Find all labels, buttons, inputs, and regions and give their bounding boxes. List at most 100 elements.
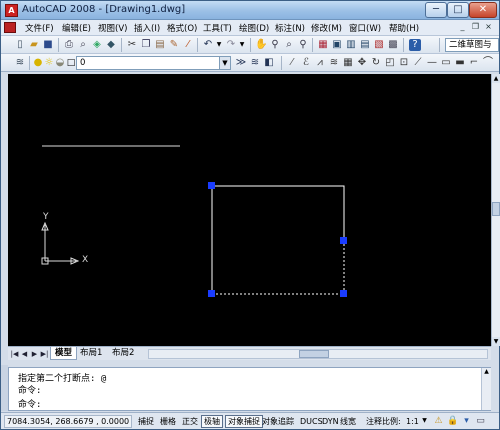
toggle-osnap[interactable]: 对象捕捉 <box>225 415 263 428</box>
chamfer-icon[interactable]: ⌐ <box>468 57 480 69</box>
close-button[interactable]: ✕ <box>469 2 497 18</box>
three-d-icon[interactable]: ◆ <box>105 39 117 51</box>
chevron-down-icon[interactable]: ▼ <box>419 415 430 427</box>
command-scrollbar[interactable]: ▲ <box>481 368 491 410</box>
tab-last-icon[interactable]: ▶| <box>40 349 49 359</box>
tab-next-icon[interactable]: ▶ <box>30 349 39 359</box>
workspace-combo[interactable]: 二维草图与 <box>445 38 499 52</box>
annotation-visibility-icon[interactable]: ⚠ <box>433 415 444 427</box>
command-window[interactable]: 指定第二个打断点: @ 命令: 命令: <box>8 367 491 411</box>
redo-dropdown-icon[interactable]: ▼ <box>236 39 248 51</box>
menu-format[interactable]: 格式(O) <box>167 22 197 34</box>
menu-file[interactable]: 文件(F) <box>25 22 54 34</box>
sheet-set-icon[interactable]: ▤ <box>359 39 371 51</box>
zoom-realtime-icon[interactable]: ⚲ <box>269 39 281 51</box>
break-icon[interactable]: ▭ <box>440 57 452 69</box>
drawing-canvas[interactable]: Y X <box>8 74 491 346</box>
drawing-svg[interactable] <box>8 74 491 346</box>
publish-icon[interactable]: ◈ <box>91 39 103 51</box>
maximize-button[interactable]: □ <box>447 2 469 18</box>
toggle-otrack[interactable]: 对象追踪 <box>259 415 297 428</box>
grip-bottom-right[interactable] <box>340 290 347 297</box>
move-icon[interactable]: ✥ <box>356 57 368 69</box>
scroll-up-icon[interactable]: ▲ <box>492 74 500 83</box>
command-window-grip[interactable] <box>1 365 8 411</box>
trim-icon[interactable]: ⟋ <box>412 57 424 69</box>
doc-close-button[interactable]: × <box>483 22 494 33</box>
minimize-button[interactable]: ─ <box>425 2 447 18</box>
polyline-solid[interactable] <box>211 185 345 294</box>
help-icon[interactable]: ? <box>409 39 421 51</box>
menu-draw[interactable]: 绘图(D) <box>239 22 269 34</box>
tab-first-icon[interactable]: |◀ <box>10 349 19 359</box>
stretch-icon[interactable]: ⊡ <box>398 57 410 69</box>
toggle-grid[interactable]: 栅格 <box>157 415 179 428</box>
save-icon[interactable]: ■ <box>42 39 54 51</box>
rotate-icon[interactable]: ↻ <box>370 57 382 69</box>
mirror-icon[interactable]: ⩘ <box>314 57 326 69</box>
menu-insert[interactable]: 插入(I) <box>134 22 160 34</box>
new-icon[interactable]: ▯ <box>14 39 26 51</box>
autocad-app-icon[interactable]: A <box>5 4 18 17</box>
join-icon[interactable]: ▬ <box>454 57 466 69</box>
cut-icon[interactable]: ✂ <box>126 39 138 51</box>
tab-layout2[interactable]: 布局2 <box>108 347 138 360</box>
pan-icon[interactable]: ✋ <box>255 39 267 51</box>
tab-prev-icon[interactable]: ◀ <box>20 349 29 359</box>
plot-icon[interactable]: ⎙ <box>63 39 75 51</box>
doc-minimize-button[interactable]: _ <box>457 22 468 33</box>
offset-icon[interactable]: ≋ <box>328 57 340 69</box>
quick-calc-icon[interactable]: ▩ <box>387 39 399 51</box>
undo-dropdown-icon[interactable]: ▼ <box>213 39 225 51</box>
lock-icon[interactable]: 🔒 <box>447 415 458 427</box>
hscroll-thumb[interactable] <box>299 350 329 358</box>
chevron-down-icon[interactable]: ▼ <box>219 57 230 69</box>
paste-icon[interactable]: ▤ <box>154 39 166 51</box>
erase-icon[interactable]: ⁄ <box>286 57 298 69</box>
grip-bottom-left[interactable] <box>208 290 215 297</box>
copy-object-icon[interactable]: ℰ <box>300 57 312 69</box>
toggle-ortho[interactable]: 正交 <box>179 415 201 428</box>
polyline-selected-dashed[interactable] <box>211 186 345 295</box>
scroll-thumb[interactable] <box>492 202 500 216</box>
brush-icon[interactable]: ⁄ <box>182 39 194 51</box>
menu-modify[interactable]: 修改(M) <box>311 22 342 34</box>
preview-icon[interactable]: ⌕ <box>77 39 89 51</box>
layer-previous-icon[interactable]: ≋ <box>249 57 261 69</box>
doc-restore-button[interactable]: ❐ <box>470 22 481 33</box>
toggle-polar[interactable]: 极轴 <box>201 415 223 428</box>
menu-dimension[interactable]: 标注(N) <box>275 22 305 34</box>
grip-top-left[interactable] <box>208 182 215 189</box>
design-center-icon[interactable]: ▣ <box>331 39 343 51</box>
fillet-icon[interactable]: ⌒ <box>482 57 494 69</box>
extend-icon[interactable]: — <box>426 57 438 69</box>
menu-window[interactable]: 窗口(W) <box>349 22 381 34</box>
zoom-window-icon[interactable]: ⌕ <box>283 39 295 51</box>
vertical-scrollbar[interactable]: ▲ ▼ <box>491 74 500 346</box>
make-current-icon[interactable]: ≫ <box>235 57 247 69</box>
tool-palettes-icon[interactable]: ▥ <box>345 39 357 51</box>
toggle-snap[interactable]: 捕捉 <box>135 415 157 428</box>
toggle-lineweight[interactable]: 线宽 <box>337 415 359 428</box>
array-icon[interactable]: ▦ <box>342 57 354 69</box>
coordinates-display[interactable]: 7084.3054, 268.6679 , 0.0000 <box>4 415 132 428</box>
tab-layout1[interactable]: 布局1 <box>76 347 106 360</box>
horizontal-scrollbar[interactable] <box>148 349 488 359</box>
open-icon[interactable]: ▰ <box>28 39 40 51</box>
menu-view[interactable]: 视图(V) <box>98 22 127 34</box>
command-prompt[interactable]: 命令: <box>18 397 41 410</box>
match-properties-icon[interactable]: ✎ <box>168 39 180 51</box>
copy-icon[interactable]: ❐ <box>140 39 152 51</box>
menu-edit[interactable]: 编辑(E) <box>62 22 91 34</box>
grip-right-mid[interactable] <box>340 237 347 244</box>
properties-icon[interactable]: ▦ <box>317 39 329 51</box>
layer-combo[interactable]: 0 ▼ <box>76 56 231 70</box>
tray-settings-icon[interactable]: ▾ <box>461 415 472 427</box>
scale-icon[interactable]: ◰ <box>384 57 396 69</box>
menu-tools[interactable]: 工具(T) <box>203 22 232 34</box>
tab-model[interactable]: 模型 <box>50 347 78 360</box>
document-icon[interactable] <box>4 22 16 33</box>
zoom-previous-icon[interactable]: ⚲ <box>297 39 309 51</box>
menu-help[interactable]: 帮助(H) <box>389 22 419 34</box>
scroll-down-icon[interactable]: ▼ <box>492 337 500 346</box>
